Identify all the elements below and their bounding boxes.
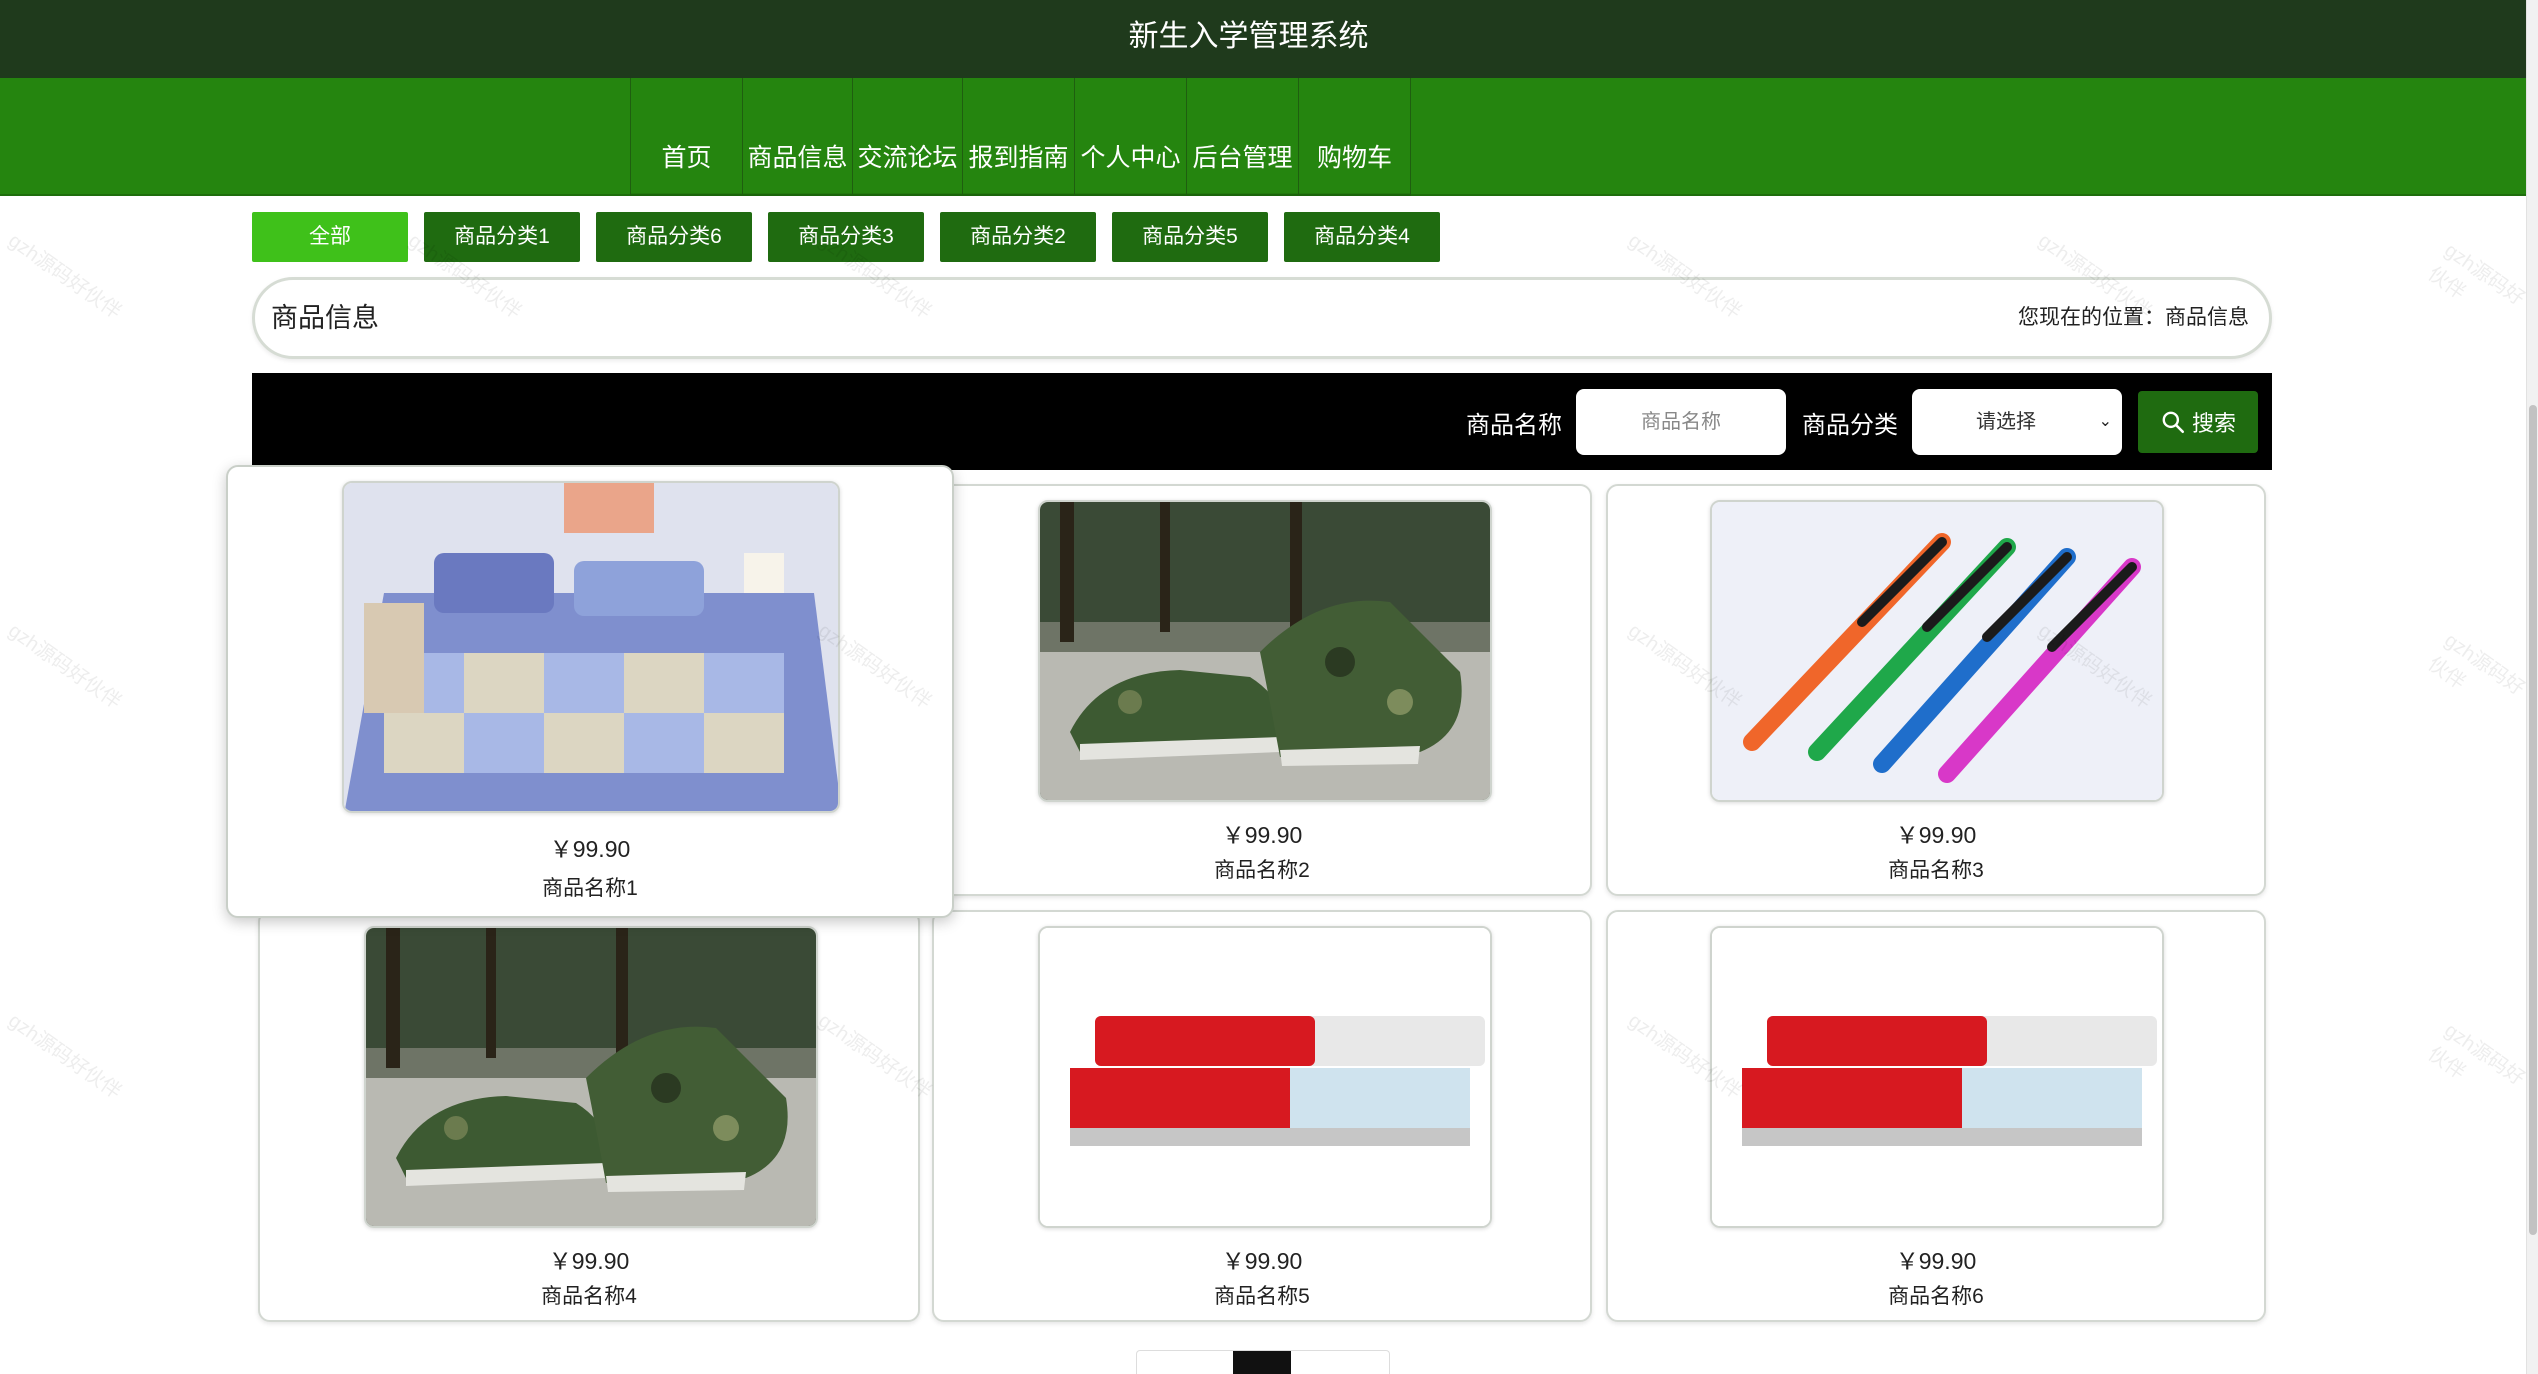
product-name-label: 商品名称 — [1466, 411, 1562, 439]
top-header: 新生入学管理系统 — [0, 0, 2526, 78]
category-select-value: 请选择 — [1976, 411, 2036, 433]
pagination-current-page[interactable] — [1233, 1351, 1291, 1374]
product-name[interactable]: 商品名称3 — [1608, 854, 2264, 884]
product-image-camo-shoes[interactable] — [1038, 500, 1492, 802]
product-image-toothpaste[interactable] — [1710, 926, 2164, 1228]
page-header: 商品信息 您现在的位置：商品信息 — [252, 277, 2272, 359]
product-category-label: 商品分类 — [1802, 411, 1898, 439]
pagination — [1136, 1350, 1390, 1374]
nav-item-home[interactable]: 首页 — [631, 78, 743, 196]
category-5[interactable]: 商品分类5 — [1112, 212, 1268, 262]
product-image-camo-shoes[interactable] — [364, 926, 818, 1228]
page-title: 商品信息 — [271, 303, 379, 333]
product-image-toothpaste[interactable] — [1038, 926, 1492, 1228]
search-bar: 商品名称 商品名称 商品分类 请选择 ⌄ 搜索 — [252, 373, 2272, 470]
product-name[interactable]: 商品名称4 — [260, 1280, 918, 1310]
product-price: ￥99.90 — [1895, 822, 1977, 848]
product-price: ￥99.90 — [1221, 1248, 1303, 1274]
category-4[interactable]: 商品分类4 — [1284, 212, 1440, 262]
watermark-text: gzh源码好伙伴 — [4, 619, 126, 714]
product-price: ￥99.90 — [549, 836, 631, 862]
nav-item-cart[interactable]: 购物车 — [1299, 78, 1411, 196]
product-card-4[interactable]: ￥99.90 商品名称4 — [258, 910, 920, 1322]
nav-item-forum[interactable]: 交流论坛 — [853, 78, 963, 196]
product-name[interactable]: 商品名称6 — [1608, 1280, 2264, 1310]
watermark-text: gzh源码好伙伴 — [2423, 629, 2529, 701]
main-nav-bar: 首页 商品信息 交流论坛 报到指南 个人中心 后台管理 购物车 — [0, 78, 2526, 196]
product-name[interactable]: 商品名称1 — [228, 872, 952, 902]
product-card-5[interactable]: ￥99.90 商品名称5 — [932, 910, 1592, 1322]
scrollbar-thumb[interactable] — [2529, 405, 2537, 1235]
product-image-bedding-set[interactable] — [342, 481, 840, 813]
watermark-text: gzh源码好伙伴 — [4, 229, 126, 324]
site-title: 新生入学管理系统 — [1128, 20, 1369, 53]
watermark-text: gzh源码好伙伴 — [4, 1009, 126, 1104]
product-price: ￥99.90 — [1221, 822, 1303, 848]
search-button[interactable]: 搜索 — [2138, 391, 2258, 453]
main-nav: 首页 商品信息 交流论坛 报到指南 个人中心 后台管理 购物车 — [630, 78, 1411, 196]
category-6[interactable]: 商品分类6 — [596, 212, 752, 262]
product-card-6[interactable]: ￥99.90 商品名称6 — [1606, 910, 2266, 1322]
nav-item-admin[interactable]: 后台管理 — [1187, 78, 1299, 196]
chevron-down-icon: ⌄ — [2098, 413, 2112, 430]
product-card-2[interactable]: ￥99.90 商品名称2 — [932, 484, 1592, 896]
category-2[interactable]: 商品分类2 — [940, 212, 1096, 262]
nav-item-guide[interactable]: 报到指南 — [963, 78, 1075, 196]
nav-item-products[interactable]: 商品信息 — [743, 78, 853, 196]
product-name[interactable]: 商品名称2 — [934, 854, 1590, 884]
search-button-label: 搜索 — [2191, 411, 2236, 436]
product-name[interactable]: 商品名称5 — [934, 1280, 1590, 1310]
product-card-1[interactable]: ￥99.90 商品名称1 — [226, 465, 954, 918]
product-price: ￥99.90 — [1895, 1248, 1977, 1274]
product-name-input[interactable]: 商品名称 — [1576, 389, 1786, 455]
category-all[interactable]: 全部 — [252, 212, 408, 262]
product-category-select[interactable]: 请选择 ⌄ — [1912, 389, 2122, 455]
watermark-text: gzh源码好伙伴 — [2423, 239, 2529, 311]
search-icon — [2162, 411, 2185, 434]
product-price: ￥99.90 — [548, 1248, 630, 1274]
nav-item-personal-center[interactable]: 个人中心 — [1075, 78, 1187, 196]
watermark-text: gzh源码好伙伴 — [2423, 1019, 2529, 1091]
